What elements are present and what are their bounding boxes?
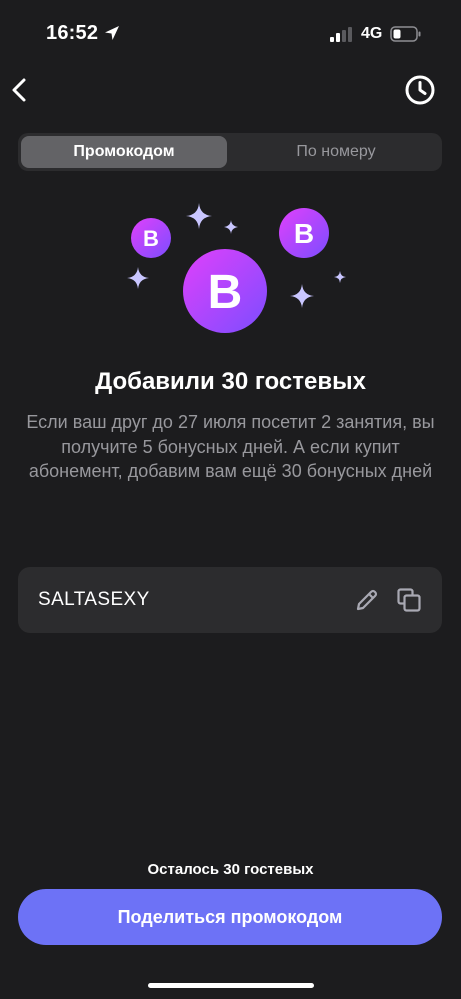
signal-strength-icon — [330, 27, 352, 42]
location-arrow-icon — [105, 26, 119, 40]
sparkle-icon — [334, 271, 346, 283]
description-text: Если ваш друг до 27 июля посетит 2 занят… — [26, 412, 435, 481]
remaining-guest-passes: Осталось 30 гостевых — [147, 861, 314, 878]
share-promocode-button[interactable]: Поделиться промокодом — [18, 889, 442, 945]
home-indicator — [148, 983, 314, 988]
sparkle-icon — [224, 220, 238, 234]
history-clock-icon[interactable] — [404, 74, 436, 106]
brand-badge-icon-small-left: B — [131, 218, 171, 258]
sparkle-icon — [290, 284, 314, 308]
sparkle-icon — [186, 203, 212, 229]
edit-pencil-icon[interactable] — [354, 587, 380, 613]
copy-icon[interactable] — [396, 587, 422, 613]
brand-badge-icon-large: B — [183, 249, 267, 333]
svg-text:B: B — [143, 226, 159, 251]
battery-icon — [390, 26, 421, 42]
svg-text:B: B — [294, 218, 314, 249]
sparkle-icon — [127, 267, 149, 289]
back-icon[interactable] — [6, 74, 34, 106]
mode-segmented-control: Промокодом По номеру — [18, 133, 442, 171]
top-navigation — [0, 70, 461, 110]
svg-text:B: B — [208, 266, 243, 319]
network-type: 4G — [361, 25, 383, 42]
tab-promocode[interactable]: Промокодом — [21, 136, 227, 168]
tab-by-phone-number[interactable]: По номеру — [233, 136, 439, 168]
page-title: Добавили 30 гостевых — [95, 368, 366, 395]
status-time: 16:52 — [46, 22, 99, 44]
status-bar: 16:52 4G — [0, 0, 461, 70]
promo-code-value[interactable]: SALTASEXY — [38, 589, 150, 611]
promo-code-field: SALTASEXY — [18, 567, 442, 633]
hero-illustration: B B B — [127, 203, 346, 333]
brand-badge-icon-small-right: B — [279, 208, 329, 258]
